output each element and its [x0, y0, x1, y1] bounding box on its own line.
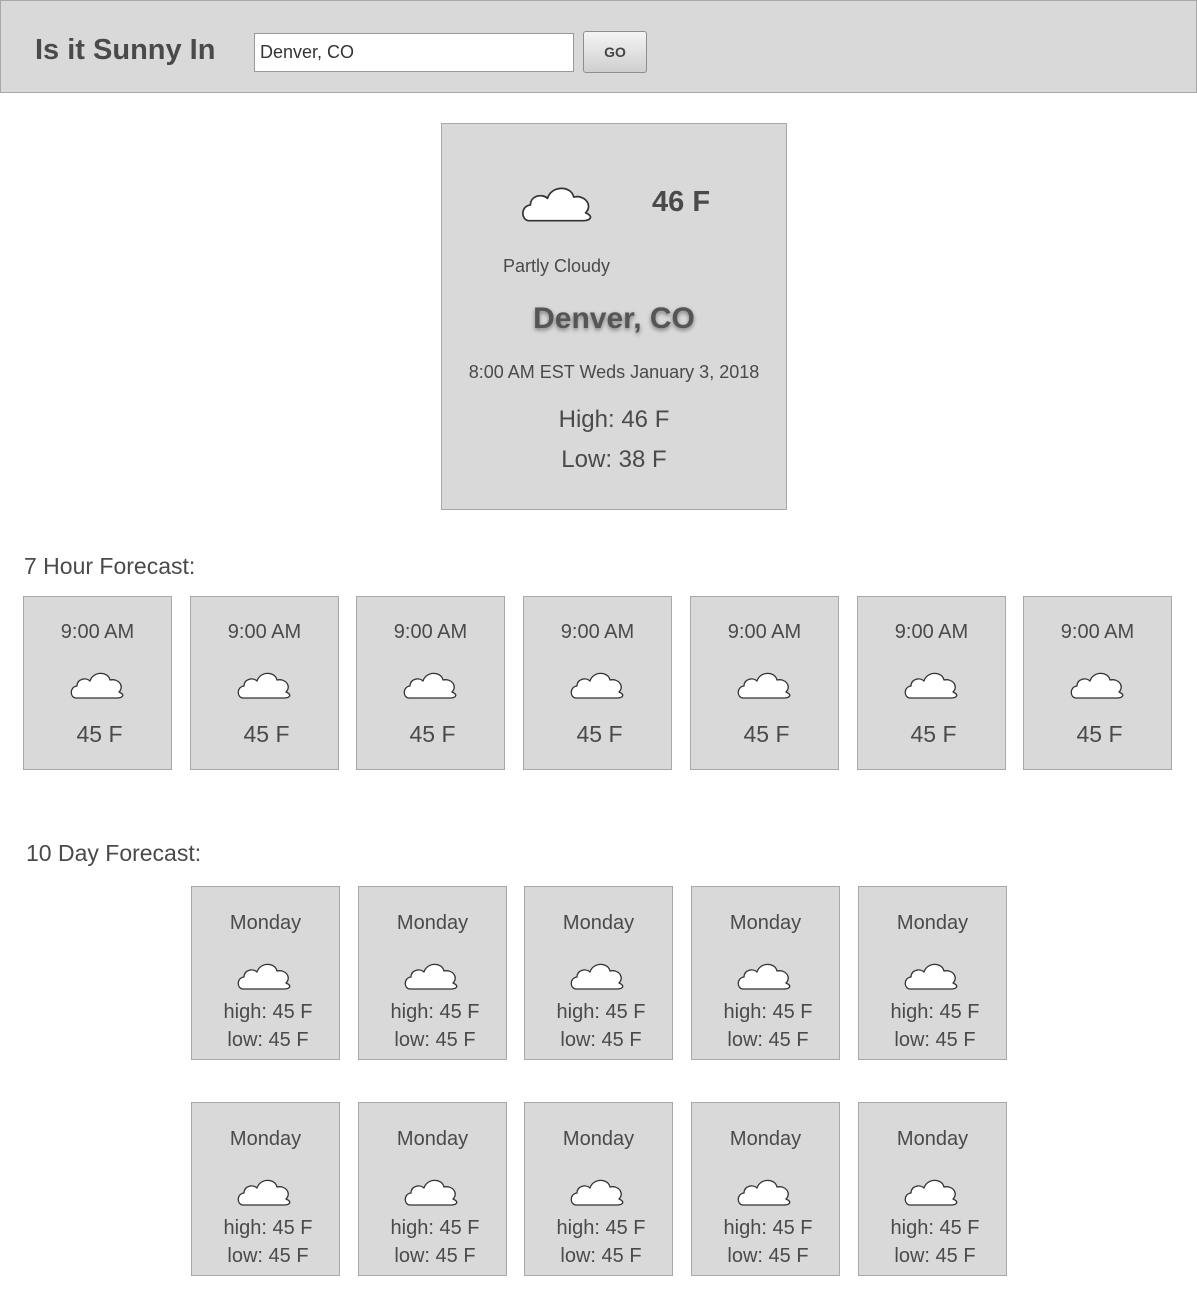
hour-temp: 45 F	[76, 721, 123, 747]
current-condition: Partly Cloudy	[503, 256, 611, 276]
daily-forecast-heading: 10 Day Forecast:	[26, 840, 202, 866]
current-high: High: 46 F	[558, 406, 670, 433]
day-high: high: 45 F	[556, 1217, 646, 1239]
day-low: low: 45 F	[394, 1245, 476, 1267]
day-low: low: 45 F	[727, 1245, 809, 1267]
cloud-icon	[737, 1179, 791, 1206]
header-bar: Is it Sunny In GO	[0, 0, 1197, 93]
current-weather-card: 46 F Partly Cloudy Denver, CO 8:00 AM ES…	[441, 123, 787, 510]
daily-forecast-card: Monday high: 45 F low: 45 F	[858, 1102, 1007, 1276]
hour-time: 9:00 AM	[227, 621, 302, 643]
day-name: Monday	[562, 912, 635, 934]
daily-forecast-card: Monday high: 45 F low: 45 F	[191, 886, 340, 1060]
hourly-forecast-card: 9:00 AM 45 F	[190, 596, 339, 770]
day-name: Monday	[396, 912, 469, 934]
daily-forecast-grid: Monday high: 45 F low: 45 F Monday high:…	[191, 886, 1007, 1278]
cloud-icon	[737, 963, 791, 990]
cloud-icon	[904, 963, 958, 990]
cloud-icon	[237, 1179, 291, 1206]
daily-forecast-card: Monday high: 45 F low: 45 F	[858, 886, 1007, 1060]
day-high: high: 45 F	[890, 1217, 980, 1239]
day-high: high: 45 F	[723, 1001, 813, 1023]
cloud-icon	[737, 672, 791, 699]
day-high: high: 45 F	[556, 1001, 646, 1023]
cloud-icon	[522, 187, 592, 222]
day-high: high: 45 F	[723, 1217, 813, 1239]
day-name: Monday	[729, 1128, 802, 1150]
cloud-icon	[403, 672, 457, 699]
hourly-forecast-card: 9:00 AM 45 F	[23, 596, 172, 770]
day-low: low: 45 F	[727, 1029, 809, 1051]
day-name: Monday	[729, 912, 802, 934]
daily-forecast-card: Monday high: 45 F low: 45 F	[358, 886, 507, 1060]
day-high: high: 45 F	[223, 1001, 313, 1023]
cloud-icon	[404, 1179, 458, 1206]
cloud-icon	[237, 963, 291, 990]
day-name: Monday	[229, 912, 302, 934]
app-title: Is it Sunny In	[35, 34, 216, 66]
hour-time: 9:00 AM	[393, 621, 468, 643]
current-low: Low: 38 F	[561, 446, 667, 473]
hour-time: 9:00 AM	[727, 621, 802, 643]
hour-temp: 45 F	[1076, 721, 1123, 747]
hour-time: 9:00 AM	[894, 621, 969, 643]
cloud-icon	[70, 672, 124, 699]
current-datetime: 8:00 AM EST Weds January 3, 2018	[468, 362, 760, 382]
hourly-forecast-list: 9:00 AM 45 F 9:00 AM 45 F 9:00 AM 45 F 9…	[23, 596, 1172, 770]
day-low: low: 45 F	[894, 1245, 976, 1267]
hourly-forecast-card: 9:00 AM 45 F	[690, 596, 839, 770]
go-button[interactable]: GO	[583, 31, 647, 73]
daily-forecast-card: Monday high: 45 F low: 45 F	[524, 1102, 673, 1276]
day-low: low: 45 F	[894, 1029, 976, 1051]
hourly-forecast-card: 9:00 AM 45 F	[356, 596, 505, 770]
cloud-icon	[904, 1179, 958, 1206]
day-name: Monday	[396, 1128, 469, 1150]
day-low: low: 45 F	[560, 1029, 642, 1051]
daily-forecast-card: Monday high: 45 F low: 45 F	[691, 886, 840, 1060]
cloud-icon	[570, 672, 624, 699]
hour-temp: 45 F	[910, 721, 957, 747]
hourly-forecast-heading: 7 Hour Forecast:	[24, 553, 196, 579]
day-high: high: 45 F	[390, 1217, 480, 1239]
daily-forecast-card: Monday high: 45 F low: 45 F	[358, 1102, 507, 1276]
day-low: low: 45 F	[560, 1245, 642, 1267]
day-name: Monday	[562, 1128, 635, 1150]
day-low: low: 45 F	[227, 1029, 309, 1051]
day-name: Monday	[896, 1128, 969, 1150]
hourly-forecast-card: 9:00 AM 45 F	[857, 596, 1006, 770]
cloud-icon	[404, 963, 458, 990]
hour-time: 9:00 AM	[60, 621, 135, 643]
day-low: low: 45 F	[394, 1029, 476, 1051]
day-name: Monday	[229, 1128, 302, 1150]
hourly-forecast-card: 9:00 AM 45 F	[1023, 596, 1172, 770]
city-search-input[interactable]	[254, 33, 574, 72]
day-name: Monday	[896, 912, 969, 934]
hour-time: 9:00 AM	[560, 621, 635, 643]
cloud-icon	[570, 1179, 624, 1206]
hour-temp: 45 F	[243, 721, 290, 747]
cloud-icon	[1070, 672, 1124, 699]
cloud-icon	[904, 672, 958, 699]
day-low: low: 45 F	[227, 1245, 309, 1267]
hour-temp: 45 F	[743, 721, 790, 747]
hour-time: 9:00 AM	[1060, 621, 1135, 643]
hourly-forecast-card: 9:00 AM 45 F	[523, 596, 672, 770]
daily-forecast-card: Monday high: 45 F low: 45 F	[691, 1102, 840, 1276]
current-temperature: 46 F	[652, 186, 711, 218]
cloud-icon	[237, 672, 291, 699]
daily-forecast-card: Monday high: 45 F low: 45 F	[524, 886, 673, 1060]
cloud-icon	[570, 963, 624, 990]
daily-forecast-card: Monday high: 45 F low: 45 F	[191, 1102, 340, 1276]
hour-temp: 45 F	[576, 721, 623, 747]
day-high: high: 45 F	[890, 1001, 980, 1023]
day-high: high: 45 F	[223, 1217, 313, 1239]
current-city: Denver, CO	[533, 302, 695, 335]
day-high: high: 45 F	[390, 1001, 480, 1023]
hour-temp: 45 F	[409, 721, 456, 747]
